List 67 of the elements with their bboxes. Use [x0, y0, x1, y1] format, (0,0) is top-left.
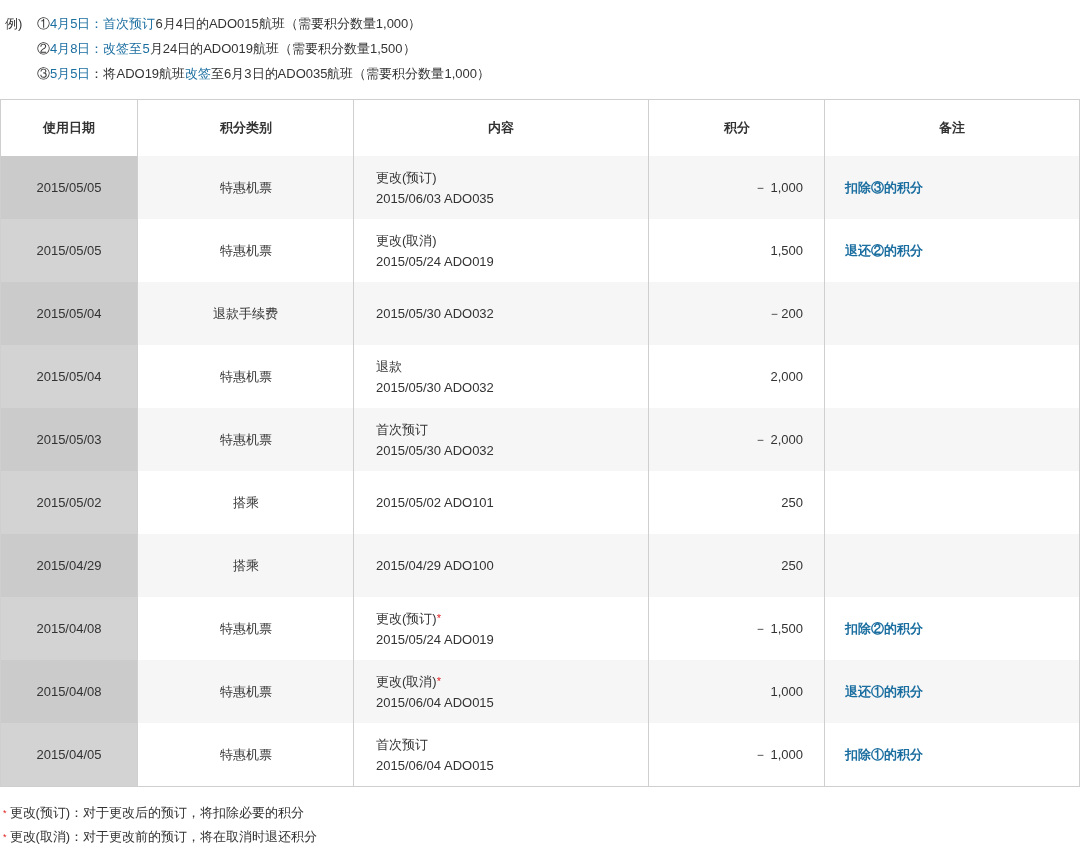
date-cell-text: 2015/04/08 — [36, 682, 102, 701]
date-cell-text: 2015/04/05 — [36, 745, 102, 764]
note-text: 更改(预订)：对于更改后的预订，将扣除必要的积分 — [9, 804, 305, 822]
content-text: 更改(预订) — [376, 609, 437, 628]
category-cell-text: 特惠机票 — [219, 367, 272, 386]
category-cell-text: 退款手续费 — [213, 304, 278, 323]
category-cell-text: 特惠机票 — [219, 241, 272, 260]
example-line: ①4月5日：首次预订6月4日的ADO015航班（需要积分数量1,000） — [37, 15, 423, 33]
asterisk-mark: * — [3, 807, 7, 820]
category-cell-text: 特惠机票 — [219, 178, 272, 197]
date-cell-text: 2015/05/04 — [36, 304, 102, 323]
content-text: 退款 — [376, 357, 402, 376]
content-text: 2015/05/24 ADO019 — [376, 252, 494, 271]
content-text: 2015/04/29 ADO100 — [376, 557, 494, 575]
content-text: 2015/05/30 ADO032 — [376, 441, 494, 460]
example-line: ③5月5日：将ADO19航班改签至6月3日的ADO035航班（需要积分数量1,000） — [37, 65, 490, 83]
category-cell-text: 特惠机票 — [219, 682, 272, 701]
date-cell-text: 2015/04/08 — [36, 619, 102, 638]
content-text: 2015/05/30 ADO032 — [376, 305, 494, 323]
content-text: 2015/06/04 ADO015 — [376, 693, 494, 712]
points-cell-text: － 1,000 — [753, 745, 803, 764]
points-cell-text: 250 — [781, 493, 803, 512]
content-text: 首次预订 — [376, 735, 428, 754]
remark-text: 扣除②的积分 — [845, 619, 923, 638]
content-text: 更改(取消) — [376, 231, 437, 250]
points-cell-text: 1,000 — [770, 682, 803, 701]
example-label: 例) — [5, 15, 24, 33]
asterisk-mark: * — [436, 673, 441, 687]
remark-text: 退还②的积分 — [845, 241, 923, 260]
date-cell-text: 2015/05/05 — [36, 178, 102, 197]
points-cell-text: 1,500 — [770, 241, 803, 260]
remark-text: 扣除①的积分 — [845, 745, 923, 764]
date-cell-text: 2015/05/04 — [36, 367, 102, 386]
date-cell-text: 2015/05/05 — [36, 241, 102, 260]
points-cell-text: 2,000 — [770, 367, 803, 386]
content-text: 2015/05/24 ADO019 — [376, 630, 494, 649]
category-cell-text: 特惠机票 — [219, 619, 272, 638]
content-text: 2015/06/03 ADO035 — [376, 189, 494, 208]
points-cell-text: － 1,500 — [753, 619, 803, 638]
asterisk-mark: * — [436, 610, 441, 624]
date-cell-text: 2015/05/03 — [36, 430, 102, 449]
asterisk-mark: * — [3, 831, 7, 844]
content-text: 2015/05/02 ADO101 — [376, 494, 494, 512]
content-text: 更改(预订) — [376, 168, 437, 187]
points-cell-text: － 2,000 — [753, 430, 803, 449]
column-header: 使用日期 — [43, 119, 95, 138]
date-cell-text: 2015/04/29 — [36, 556, 102, 575]
category-cell-text: 搭乘 — [232, 493, 259, 512]
example-line: ②4月8日：改签至5月24日的ADO019航班（需要积分数量1,500） — [37, 40, 417, 58]
content-text: 更改(取消) — [376, 672, 437, 691]
points-cell-text: － 1,000 — [753, 178, 803, 197]
column-header: 备注 — [939, 119, 965, 138]
content-text: 2015/05/30 ADO032 — [376, 378, 494, 397]
category-cell-text: 特惠机票 — [219, 430, 272, 449]
points-cell-text: 250 — [781, 556, 803, 575]
note-text: 更改(取消)：对于更改前的预订，将在取消时退还积分 — [9, 828, 318, 846]
column-header: 内容 — [488, 119, 514, 138]
content-text: 首次预订 — [376, 420, 428, 439]
column-header: 积分 — [723, 119, 750, 138]
content-text: 2015/06/04 ADO015 — [376, 756, 494, 775]
category-cell-text: 特惠机票 — [219, 745, 272, 764]
remark-text: 退还①的积分 — [845, 682, 923, 701]
points-cell-text: －200 — [768, 304, 803, 323]
date-cell-text: 2015/05/02 — [36, 493, 102, 512]
category-cell-text: 搭乘 — [232, 556, 259, 575]
remark-text: 扣除③的积分 — [845, 178, 923, 197]
column-header: 积分类别 — [219, 119, 272, 138]
